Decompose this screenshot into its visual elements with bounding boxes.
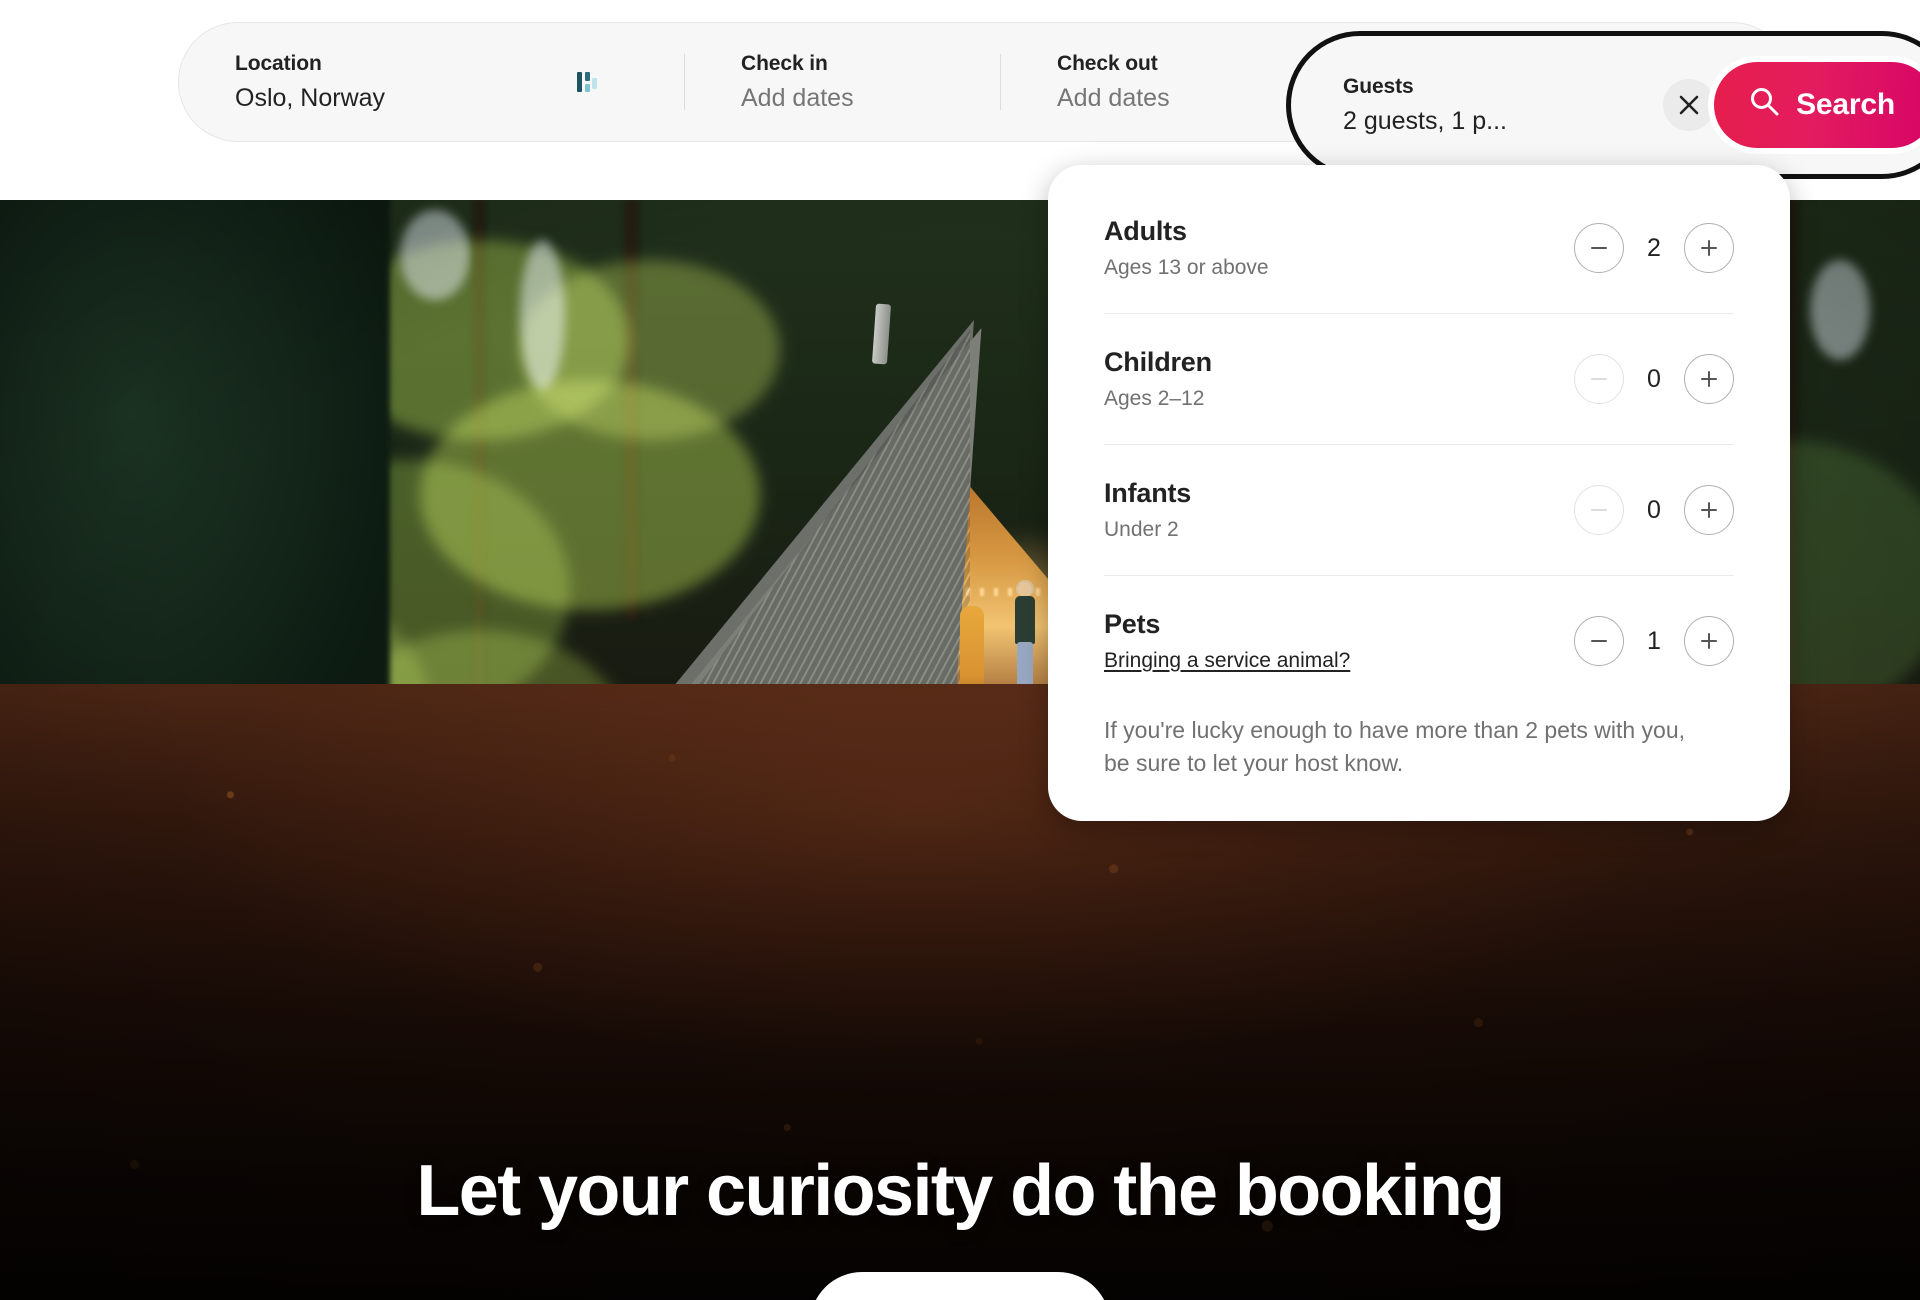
guests-field-text: Guests 2 guests, 1 p...: [1291, 74, 1561, 135]
search-bar: Location Oslo, Norway Check in Add dates: [178, 22, 1920, 179]
im-flexible-button[interactable]: I’m flexible: [810, 1272, 1110, 1300]
infants-count: 0: [1647, 495, 1661, 524]
guest-type-title: Adults: [1104, 216, 1187, 246]
hero-title: Let your curiosity do the booking: [416, 1151, 1505, 1231]
check-out-label: Check out: [1057, 52, 1158, 76]
close-icon[interactable]: [1663, 79, 1715, 131]
infants-stepper: 0: [1574, 485, 1734, 535]
guest-type-subtitle: Ages 2–12: [1104, 386, 1205, 410]
guest-type-subtitle: Under 2: [1104, 517, 1179, 541]
pets-note: If you're lucky enough to have more than…: [1104, 717, 1686, 777]
guest-type-title: Children: [1104, 347, 1212, 377]
adults-stepper: 2: [1574, 223, 1734, 273]
pets-increment-button[interactable]: [1684, 616, 1734, 666]
check-out-field[interactable]: Check out Add dates: [1001, 23, 1306, 141]
guests-dropdown-panel: Adults Ages 13 or above 2 Children Ages …: [1048, 165, 1790, 821]
search-button-label: Search: [1796, 88, 1895, 121]
guests-value[interactable]: 2 guests, 1 p...: [1343, 106, 1561, 136]
adults-increment-button[interactable]: [1684, 223, 1734, 273]
text-cursor-icon: [574, 67, 600, 97]
adults-count: 2: [1647, 233, 1661, 262]
guest-row-text: Adults Ages 13 or above: [1104, 215, 1269, 281]
check-out-value[interactable]: Add dates: [1057, 83, 1306, 113]
pets-count: 1: [1647, 626, 1661, 655]
guest-type-title: Infants: [1104, 478, 1192, 508]
guest-row-adults: Adults Ages 13 or above 2: [1104, 209, 1734, 313]
search-button[interactable]: Search: [1714, 62, 1920, 148]
guests-label: Guests: [1343, 75, 1414, 99]
location-label: Location: [235, 52, 322, 76]
search-icon: [1748, 85, 1780, 125]
pets-stepper: 1: [1574, 616, 1734, 666]
location-input[interactable]: Oslo, Norway: [235, 83, 684, 113]
children-count: 0: [1647, 364, 1661, 393]
check-in-field[interactable]: Check in Add dates: [685, 23, 1000, 141]
infants-increment-button[interactable]: [1684, 485, 1734, 535]
location-field[interactable]: Location Oslo, Norway: [179, 23, 684, 141]
infants-decrement-button: [1574, 485, 1624, 535]
guest-row-text: Children Ages 2–12: [1104, 346, 1212, 412]
children-increment-button[interactable]: [1684, 354, 1734, 404]
check-in-label: Check in: [741, 52, 828, 76]
children-decrement-button: [1574, 354, 1624, 404]
guest-row-children: Children Ages 2–12 0: [1104, 313, 1734, 444]
pets-decrement-button[interactable]: [1574, 616, 1624, 666]
guests-field[interactable]: Guests 2 guests, 1 p... Search: [1286, 31, 1920, 179]
guest-type-subtitle: Ages 13 or above: [1104, 255, 1269, 279]
service-animal-link[interactable]: Bringing a service animal?: [1104, 648, 1350, 674]
guest-type-title: Pets: [1104, 609, 1161, 639]
guest-row-infants: Infants Under 2 0: [1104, 444, 1734, 575]
guest-row-pets: Pets Bringing a service animal? 1: [1104, 575, 1734, 706]
check-in-value[interactable]: Add dates: [741, 83, 1000, 113]
adults-decrement-button[interactable]: [1574, 223, 1624, 273]
page-root: Let your curiosity do the booking I’m fl…: [0, 0, 1920, 1300]
children-stepper: 0: [1574, 354, 1734, 404]
guest-row-text: Infants Under 2: [1104, 477, 1191, 543]
guest-row-text: Pets Bringing a service animal?: [1104, 608, 1350, 674]
